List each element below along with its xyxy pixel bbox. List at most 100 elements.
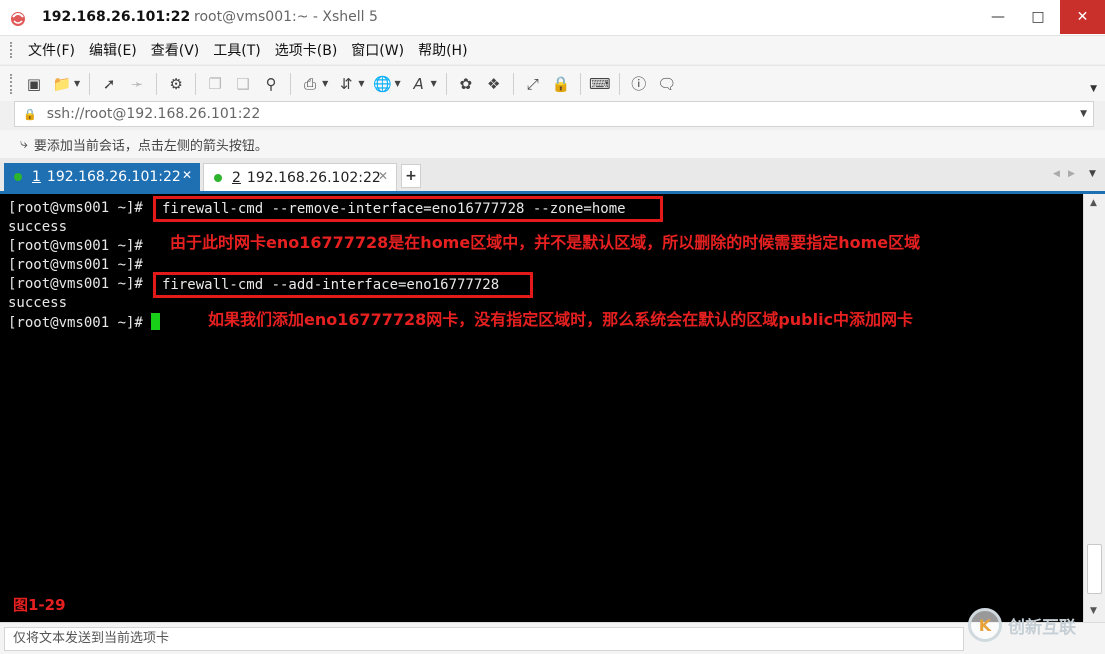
session-hint-bar: ⤷ 要添加当前会话，点击左侧的箭头按钮。: [0, 130, 1105, 158]
tab-session-2[interactable]: 2 192.168.26.102:22 ✕: [203, 163, 397, 191]
toolbar-separator: [89, 72, 91, 95]
keyboard-icon[interactable]: ⌨: [589, 73, 611, 95]
compose-bar: 仅将文本发送到当前选项卡: [0, 622, 1105, 654]
annotation-note: 由于此时网卡eno16777728是在home区域中，并不是默认区域，所以删除的…: [170, 233, 921, 252]
watermark-text: 创新互联: [1008, 617, 1076, 638]
maximize-button[interactable]: □: [1018, 0, 1058, 34]
title-bar: 192.168.26.101:22 root@vms001:~ - Xshell…: [0, 0, 1105, 36]
annotation-note: 如果我们添加eno16777728网卡，没有指定区域时，那么系统会在默认的区域p…: [208, 310, 914, 329]
disconnect-icon[interactable]: ➛: [126, 73, 148, 95]
terminal-prompt: [root@vms001 ~]#: [8, 257, 143, 273]
terminal-cursor: [151, 313, 161, 330]
address-text[interactable]: ssh://root@192.168.26.101:22: [47, 106, 261, 122]
watermark-logo-icon: K: [968, 608, 1002, 642]
tab-close-icon[interactable]: ✕: [378, 169, 388, 183]
window-title-subtitle: root@vms001:~ - Xshell 5: [194, 9, 378, 25]
minimize-button[interactable]: —: [978, 0, 1018, 34]
terminal-current-line: [root@vms001 ~]#: [8, 313, 161, 332]
plus-icon: +: [405, 168, 417, 184]
transfer-dropdown-icon[interactable]: ▼: [358, 79, 364, 88]
terminal-output: success: [8, 295, 68, 311]
tab-close-icon[interactable]: ✕: [182, 168, 192, 182]
toolbar-separator: [445, 72, 447, 95]
address-bar[interactable]: 🔒 ssh://root@192.168.26.101:22 ▼: [14, 101, 1094, 127]
toolbar-separator: [290, 72, 292, 95]
tab-label: 192.168.26.102:22: [246, 169, 381, 186]
menu-file[interactable]: 文件(F): [21, 40, 82, 60]
tab-number: 1: [32, 169, 41, 185]
toolbar-separator: [618, 72, 620, 95]
menu-window[interactable]: 窗口(W): [344, 40, 411, 60]
terminal-prompt: [root@vms001 ~]#: [8, 276, 143, 292]
maximize-icon: □: [1031, 9, 1045, 25]
find-icon[interactable]: ⚲: [260, 73, 282, 95]
connected-status-icon: [14, 173, 22, 181]
fullscreen-icon[interactable]: ⤢: [522, 73, 544, 95]
close-icon: ✕: [1076, 9, 1089, 25]
minimize-icon: —: [991, 9, 1005, 25]
print-dropdown-icon[interactable]: ▼: [322, 79, 328, 88]
connect-icon[interactable]: ➚: [98, 73, 120, 95]
watermark: K 创新互联: [968, 602, 1098, 648]
new-tab-button[interactable]: +: [401, 164, 421, 188]
new-session-icon[interactable]: ▣: [23, 73, 45, 95]
terminal-prompt: [root@vms001 ~]#: [8, 315, 143, 331]
figure-label: 图1-29: [13, 596, 66, 614]
terminal-scrollbar[interactable]: ▲ ▼: [1083, 194, 1105, 622]
xftp-icon[interactable]: ✿: [455, 73, 477, 95]
highlighted-command: firewall-cmd --add-interface=eno16777728: [153, 272, 533, 298]
address-dropdown-icon[interactable]: ▼: [1080, 109, 1087, 119]
xshell-logo-icon: [11, 12, 25, 26]
xmanager-icon[interactable]: ❖: [483, 73, 505, 95]
tab-scroll-left-icon[interactable]: ◀: [1053, 169, 1060, 179]
menu-view[interactable]: 查看(V): [144, 40, 207, 60]
highlighted-command: firewall-cmd --remove-interface=eno16777…: [153, 196, 663, 222]
toolbar-separator: [156, 72, 158, 95]
menu-bar: 文件(F) 编辑(E) 查看(V) 工具(T) 选项卡(B) 窗口(W) 帮助(…: [0, 36, 1105, 64]
properties-icon[interactable]: ⚙: [165, 73, 187, 95]
open-folder-icon[interactable]: 📁: [51, 73, 73, 95]
address-lock-icon: 🔒: [23, 107, 37, 121]
web-icon[interactable]: 🌐: [371, 73, 393, 95]
lock-icon[interactable]: 🔒: [550, 73, 572, 95]
tab-list-dropdown-icon[interactable]: ▼: [1089, 169, 1096, 179]
toolbar-separator: [512, 72, 514, 95]
print-icon[interactable]: ⎙: [299, 73, 321, 95]
toolbar-separator: [579, 72, 581, 95]
scroll-up-icon[interactable]: ▲: [1090, 198, 1097, 208]
toolbar-separator: [195, 72, 197, 95]
menubar-grip: [10, 42, 13, 58]
help-icon[interactable]: ⓘ: [628, 73, 650, 95]
terminal-prompt: [root@vms001 ~]#: [8, 238, 143, 254]
window-title-host: 192.168.26.101:22: [42, 9, 191, 25]
menu-tabs[interactable]: 选项卡(B): [268, 40, 345, 60]
terminal-output: success: [8, 219, 68, 235]
font-icon[interactable]: A: [408, 73, 430, 95]
tab-label: 192.168.26.101:22: [46, 169, 181, 185]
toolbar-overflow-icon[interactable]: ▼: [1090, 84, 1097, 94]
toolbar: ▣ 📁 ▼ ➚ ➛ ⚙ ❐ ❑ ⚲ ⎙ ▼ ⇵ ▼ 🌐 ▼ A ▼ ✿ ❖ ⤢ …: [0, 65, 1105, 101]
terminal-area[interactable]: [root@vms001 ~]# firewall-cmd --remove-i…: [0, 194, 1083, 622]
menu-edit[interactable]: 编辑(E): [82, 40, 144, 60]
scroll-thumb[interactable]: [1087, 544, 1102, 594]
toolbar-grip: [10, 73, 13, 94]
open-dropdown-icon[interactable]: ▼: [74, 79, 80, 88]
connected-status-icon: [214, 173, 222, 182]
menu-tools[interactable]: 工具(T): [206, 40, 267, 60]
menu-help[interactable]: 帮助(H): [411, 40, 474, 60]
terminal-prompt: [root@vms001 ~]#: [8, 200, 143, 216]
add-session-arrow-icon[interactable]: ⤷: [20, 136, 28, 152]
tab-scroll-right-icon[interactable]: ▶: [1068, 169, 1075, 179]
send-text-input[interactable]: 仅将文本发送到当前选项卡: [4, 627, 964, 651]
paste-icon[interactable]: ❑: [232, 73, 254, 95]
font-dropdown-icon[interactable]: ▼: [431, 79, 437, 88]
chat-icon[interactable]: 🗨: [656, 73, 678, 95]
session-hint-text: 要添加当前会话，点击左侧的箭头按钮。: [33, 138, 268, 154]
close-button[interactable]: ✕: [1060, 0, 1105, 34]
copy-icon[interactable]: ❐: [204, 73, 226, 95]
web-dropdown-icon[interactable]: ▼: [394, 79, 400, 88]
transfer-icon[interactable]: ⇵: [335, 73, 357, 95]
tab-number: 2: [232, 169, 241, 186]
tab-bar: 1 192.168.26.101:22 ✕ 2 192.168.26.102:2…: [0, 158, 1105, 194]
tab-session-1[interactable]: 1 192.168.26.101:22 ✕: [4, 163, 200, 191]
